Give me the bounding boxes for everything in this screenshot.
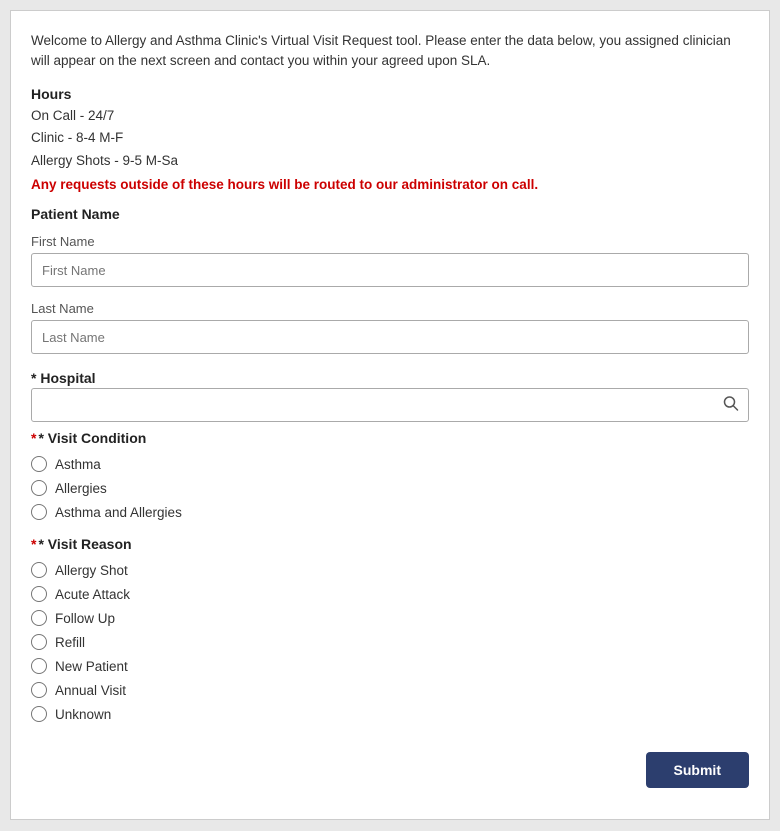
visit-condition-asthma-allergies-label: Asthma and Allergies bbox=[55, 505, 182, 520]
visit-reason-annual-visit-label: Annual Visit bbox=[55, 683, 126, 698]
visit-condition-star: * bbox=[31, 430, 36, 446]
visit-condition-asthma-radio[interactable] bbox=[31, 456, 47, 472]
visit-reason-allergy-shot[interactable]: Allergy Shot bbox=[31, 562, 749, 578]
visit-reason-acute-attack-radio[interactable] bbox=[31, 586, 47, 602]
visit-condition-section: ** Visit Condition Asthma Allergies Asth… bbox=[31, 430, 749, 520]
visit-reason-allergy-shot-label: Allergy Shot bbox=[55, 563, 128, 578]
first-name-group: First Name bbox=[31, 234, 749, 287]
search-icon bbox=[723, 396, 739, 412]
visit-condition-asthma-allergies[interactable]: Asthma and Allergies bbox=[31, 504, 749, 520]
visit-reason-acute-attack[interactable]: Acute Attack bbox=[31, 586, 749, 602]
form-container: Welcome to Allergy and Asthma Clinic's V… bbox=[10, 10, 770, 820]
hours-section: Hours On Call - 24/7 Clinic - 8-4 M-F Al… bbox=[31, 86, 749, 193]
visit-condition-asthma-allergies-radio[interactable] bbox=[31, 504, 47, 520]
visit-reason-follow-up[interactable]: Follow Up bbox=[31, 610, 749, 626]
visit-condition-allergies-radio[interactable] bbox=[31, 480, 47, 496]
visit-reason-acute-attack-label: Acute Attack bbox=[55, 587, 130, 602]
visit-reason-refill[interactable]: Refill bbox=[31, 634, 749, 650]
visit-reason-new-patient-label: New Patient bbox=[55, 659, 128, 674]
visit-condition-label: ** Visit Condition bbox=[31, 430, 749, 446]
hours-title: Hours bbox=[31, 86, 749, 102]
welcome-text: Welcome to Allergy and Asthma Clinic's V… bbox=[31, 31, 749, 72]
visit-reason-unknown-label: Unknown bbox=[55, 707, 111, 722]
visit-reason-allergy-shot-radio[interactable] bbox=[31, 562, 47, 578]
visit-reason-refill-label: Refill bbox=[55, 635, 85, 650]
visit-reason-text: * Visit Reason bbox=[38, 536, 131, 552]
visit-reason-star: * bbox=[31, 536, 36, 552]
patient-name-section: Patient Name First Name Last Name bbox=[31, 206, 749, 354]
visit-reason-annual-visit[interactable]: Annual Visit bbox=[31, 682, 749, 698]
visit-reason-label: ** Visit Reason bbox=[31, 536, 749, 552]
submit-area: Submit bbox=[31, 742, 749, 788]
visit-condition-allergies-label: Allergies bbox=[55, 481, 107, 496]
visit-reason-annual-visit-radio[interactable] bbox=[31, 682, 47, 698]
visit-reason-refill-radio[interactable] bbox=[31, 634, 47, 650]
last-name-group: Last Name bbox=[31, 301, 749, 354]
patient-name-title: Patient Name bbox=[31, 206, 749, 222]
first-name-input[interactable] bbox=[31, 253, 749, 287]
hospital-label: * Hospital bbox=[31, 370, 96, 386]
hospital-input[interactable] bbox=[31, 388, 749, 422]
hospital-group: * Hospital bbox=[31, 370, 749, 422]
visit-condition-allergies[interactable]: Allergies bbox=[31, 480, 749, 496]
hospital-field-wrapper bbox=[31, 388, 749, 422]
hours-on-call: On Call - 24/7 bbox=[31, 105, 749, 128]
last-name-label: Last Name bbox=[31, 301, 749, 316]
visit-reason-new-patient[interactable]: New Patient bbox=[31, 658, 749, 674]
visit-reason-new-patient-radio[interactable] bbox=[31, 658, 47, 674]
submit-button[interactable]: Submit bbox=[646, 752, 749, 788]
last-name-input[interactable] bbox=[31, 320, 749, 354]
hours-warning: Any requests outside of these hours will… bbox=[31, 177, 749, 192]
hospital-search-button[interactable] bbox=[715, 392, 747, 419]
hours-clinic: Clinic - 8-4 M-F bbox=[31, 127, 749, 150]
hours-allergy-shots: Allergy Shots - 9-5 M-Sa bbox=[31, 150, 749, 173]
visit-reason-unknown[interactable]: Unknown bbox=[31, 706, 749, 722]
visit-reason-section: ** Visit Reason Allergy Shot Acute Attac… bbox=[31, 536, 749, 722]
visit-condition-text: * Visit Condition bbox=[38, 430, 146, 446]
visit-condition-asthma[interactable]: Asthma bbox=[31, 456, 749, 472]
visit-reason-unknown-radio[interactable] bbox=[31, 706, 47, 722]
visit-condition-asthma-label: Asthma bbox=[55, 457, 101, 472]
visit-reason-follow-up-radio[interactable] bbox=[31, 610, 47, 626]
visit-reason-follow-up-label: Follow Up bbox=[55, 611, 115, 626]
first-name-label: First Name bbox=[31, 234, 749, 249]
